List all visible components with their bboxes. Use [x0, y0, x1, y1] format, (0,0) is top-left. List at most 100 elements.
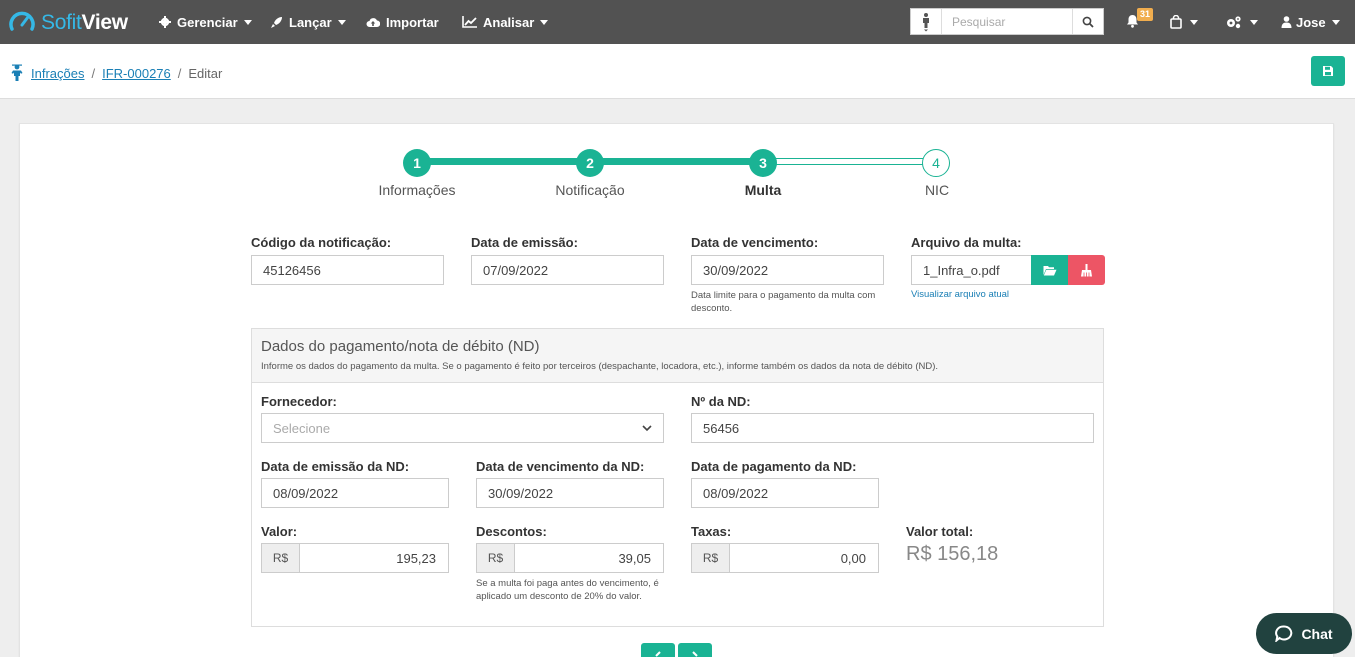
taxas-input[interactable]: 0,00: [730, 543, 879, 573]
chat-button[interactable]: Chat: [1256, 613, 1352, 654]
previous-step-button[interactable]: [641, 643, 675, 657]
browse-file-button[interactable]: [1031, 255, 1068, 285]
chevron-down-icon: [1250, 19, 1258, 25]
payment-panel-title: Dados do pagamento/nota de débito (ND): [261, 338, 540, 355]
chevron-down-icon: [337, 19, 346, 25]
descontos-currency-addon: R$: [476, 543, 515, 573]
chevron-left-icon: [655, 651, 661, 657]
nav-importar[interactable]: Importar: [366, 0, 439, 44]
step-connector-2-3: [590, 158, 764, 165]
notification-count-badge: 31: [1137, 8, 1154, 21]
nd-number-input[interactable]: 56456: [691, 413, 1094, 443]
step-2-circle[interactable]: 2: [576, 149, 604, 177]
search-input[interactable]: [942, 9, 1072, 34]
fornecedor-label: Fornecedor:: [261, 394, 337, 409]
valor-currency-addon: R$: [261, 543, 300, 573]
taxas-currency-addon: R$: [691, 543, 730, 573]
descontos-input[interactable]: 39,05: [515, 543, 664, 573]
emissao-label: Data de emissão:: [471, 235, 578, 250]
pag-nd-label: Data de pagamento da ND:: [691, 459, 857, 474]
breadcrumb-infracoes-link[interactable]: Infrações: [31, 66, 84, 81]
payment-panel-subtitle: Informe os dados do pagamento da multa. …: [261, 361, 939, 372]
descontos-label: Descontos:: [476, 524, 547, 539]
fornecedor-select[interactable]: Selecione: [261, 413, 664, 443]
step-3-label: Multa: [744, 182, 782, 198]
nav-gerenciar[interactable]: Gerenciar: [159, 0, 252, 44]
emissao-nd-label: Data de emissão da ND:: [261, 459, 410, 474]
breadcrumb-separator: /: [91, 65, 96, 81]
pag-nd-input[interactable]: 08/09/2022: [691, 478, 879, 508]
step-1-circle[interactable]: 1: [403, 149, 431, 177]
step-connector-3-4: [763, 158, 938, 165]
breadcrumb-current: Editar: [188, 65, 223, 81]
chevron-down-icon: [540, 19, 549, 25]
step-3-circle[interactable]: 3: [749, 149, 777, 177]
step-4-label: NIC: [924, 182, 950, 198]
settings-menu[interactable]: [1226, 0, 1258, 44]
total-label: Valor total:: [906, 524, 974, 539]
data-emissao-input[interactable]: 07/09/2022: [471, 255, 664, 285]
total-value: R$ 156,18: [906, 543, 999, 565]
venc-nd-input[interactable]: 30/09/2022: [476, 478, 664, 508]
shopping-bag-icon: [1170, 15, 1182, 29]
chevron-down-icon: [243, 19, 252, 25]
search-button[interactable]: [1072, 9, 1103, 34]
codigo-notificacao-input[interactable]: 45126456: [251, 255, 444, 285]
bag-menu[interactable]: [1170, 0, 1198, 44]
vencimento-help: Data limite para o pagamento da multa co…: [691, 290, 876, 314]
step-1-label: Informações: [378, 182, 456, 198]
breadcrumb-record-link[interactable]: IFR-000276: [102, 66, 171, 81]
nav-gerenciar-label: Gerenciar: [177, 14, 238, 30]
nav-analisar[interactable]: Analisar: [462, 0, 549, 44]
payment-panel: Dados do pagamento/nota de débito (ND) I…: [251, 328, 1104, 627]
breadcrumb: Infrações / IFR-000276 / Editar: [10, 64, 222, 82]
step-2-label: Notificação: [555, 182, 625, 198]
valor-label: Valor:: [261, 524, 298, 539]
line-chart-icon: [462, 16, 477, 28]
descontos-help: Se a multa foi paga antes do vencimento,…: [476, 578, 659, 602]
search-filter-button[interactable]: [911, 9, 942, 34]
view-current-file-link[interactable]: Visualizar arquivo atual: [911, 289, 1009, 300]
nav-importar-label: Importar: [386, 14, 439, 30]
search-icon: [1082, 16, 1094, 28]
taxas-label: Taxas:: [691, 524, 732, 539]
nav-lancar-label: Lançar: [289, 14, 332, 30]
chat-label: Chat: [1301, 625, 1333, 642]
arquivo-input[interactable]: 1_Infra_o.pdf: [911, 255, 1032, 285]
step-4-circle[interactable]: 4: [922, 149, 950, 177]
traffic-officer-icon: [11, 64, 23, 81]
venc-nd-label: Data de vencimento da ND:: [476, 459, 645, 474]
floppy-disk-icon: [1323, 66, 1333, 76]
chat-bubble-icon: [1275, 625, 1293, 642]
cloud-upload-icon: [366, 18, 380, 27]
person-filter-icon: [923, 12, 929, 31]
save-button[interactable]: [1311, 56, 1345, 86]
arquivo-label: Arquivo da multa:: [911, 235, 1022, 250]
user-name: Jose: [1296, 14, 1326, 30]
data-vencimento-input[interactable]: 30/09/2022: [691, 255, 884, 285]
logo-text-sofit: Sofit: [41, 11, 82, 34]
folder-open-icon: [1043, 265, 1056, 275]
gear-icon: [159, 16, 171, 28]
step-connector-1-2: [417, 158, 591, 165]
vencimento-label: Data de vencimento:: [691, 235, 819, 250]
next-step-button[interactable]: [678, 643, 712, 657]
rocket-icon: [271, 16, 282, 28]
form-card: 1 2 3 4 Informações Notificação Multa NI…: [19, 123, 1334, 657]
app-logo[interactable]: SofitView: [8, 9, 128, 37]
user-menu[interactable]: Jose: [1281, 0, 1340, 44]
nav-lancar[interactable]: Lançar: [270, 0, 346, 44]
valor-input[interactable]: 195,23: [300, 543, 449, 573]
chevron-down-icon: [642, 424, 652, 431]
top-navbar: SofitView Gerenciar Lançar Importar Anal…: [0, 0, 1355, 44]
chevron-down-icon: [1331, 19, 1340, 25]
chevron-right-icon: [692, 651, 698, 657]
nav-analisar-label: Analisar: [483, 14, 535, 30]
payment-panel-header: Dados do pagamento/nota de débito (ND) I…: [252, 329, 1103, 383]
breadcrumb-bar: Infrações / IFR-000276 / Editar: [0, 44, 1355, 99]
emissao-nd-input[interactable]: 08/09/2022: [261, 478, 449, 508]
fornecedor-placeholder: Selecione: [273, 420, 331, 436]
clear-file-button[interactable]: [1068, 255, 1105, 285]
nd-label: Nº da ND:: [691, 394, 751, 409]
codigo-label: Código da notificação:: [251, 235, 392, 250]
